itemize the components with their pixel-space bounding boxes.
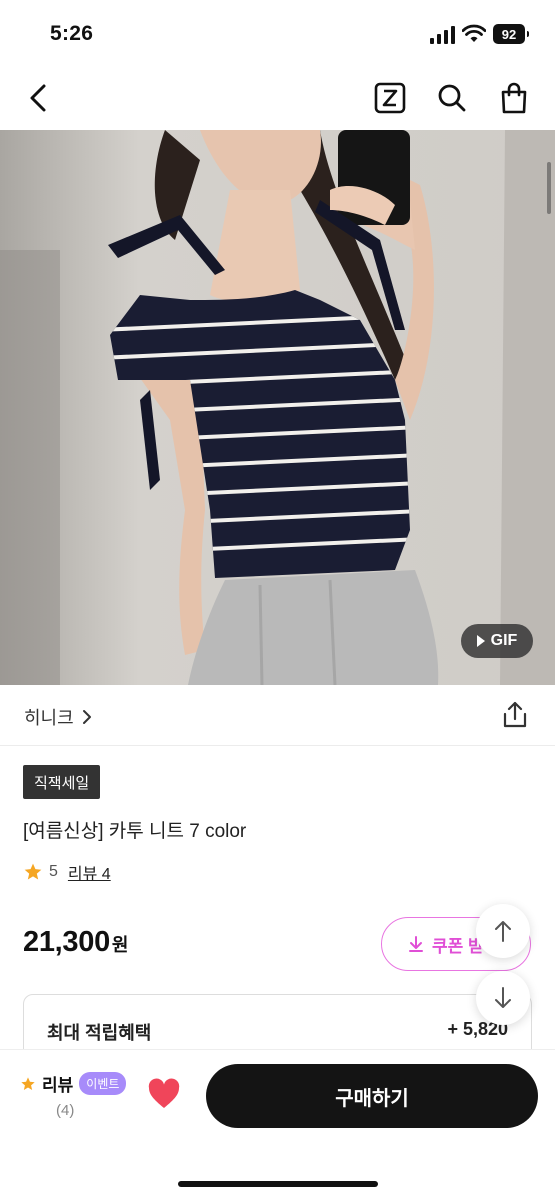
arrow-up-icon bbox=[495, 921, 511, 942]
sale-badge: 직잭세일 bbox=[23, 765, 101, 799]
product-title: [여름신상] 카투 니트 7 color bbox=[23, 821, 247, 842]
zigzag-z-icon bbox=[374, 82, 406, 114]
download-icon bbox=[409, 936, 423, 952]
gif-label: GIF bbox=[490, 632, 518, 649]
product-image[interactable]: GIF bbox=[0, 130, 555, 685]
wifi-icon bbox=[462, 24, 486, 42]
brand-link[interactable]: 히니크 bbox=[24, 704, 92, 730]
arrow-down-icon bbox=[495, 987, 511, 1008]
buy-button[interactable]: 구매하기 bbox=[206, 1064, 538, 1128]
review-tab-button[interactable]: 리뷰 이벤트 (4) bbox=[20, 1071, 127, 1119]
scroll-bottom-button[interactable] bbox=[476, 971, 530, 1025]
battery-indicator: 92 bbox=[493, 24, 529, 44]
status-bar: 5:26 92 bbox=[0, 0, 555, 64]
price: 21,300 원 bbox=[23, 926, 128, 959]
price-unit: 원 bbox=[111, 935, 129, 955]
gif-toggle-button[interactable]: GIF bbox=[461, 624, 533, 658]
brand-name: 히니크 bbox=[24, 708, 74, 728]
rating-value: 5 bbox=[49, 863, 58, 880]
star-icon bbox=[21, 1076, 35, 1090]
status-time: 5:26 bbox=[50, 22, 94, 45]
brand-row: 히니크 bbox=[0, 686, 555, 746]
review-link[interactable]: 리뷰 4 bbox=[68, 860, 111, 884]
chevron-right-icon bbox=[82, 710, 91, 724]
search-icon bbox=[438, 84, 466, 112]
shopping-bag-icon bbox=[501, 82, 527, 114]
benefit-label: 최대 적립혜택 bbox=[47, 1023, 152, 1043]
review-count: (4) bbox=[56, 1102, 75, 1119]
back-button[interactable] bbox=[20, 80, 56, 116]
search-button[interactable] bbox=[434, 80, 470, 116]
image-scroll-indicator bbox=[547, 162, 551, 214]
scroll-top-button[interactable] bbox=[476, 904, 530, 958]
cart-button[interactable] bbox=[496, 80, 532, 116]
review-tab-label: 리뷰 bbox=[42, 1076, 74, 1095]
cellular-signal-icon bbox=[430, 26, 455, 44]
share-icon[interactable] bbox=[500, 700, 530, 730]
product-photo bbox=[0, 130, 555, 685]
price-value: 21,300 bbox=[23, 926, 110, 958]
star-icon bbox=[24, 863, 42, 880]
chevron-left-icon bbox=[30, 84, 46, 112]
heart-icon[interactable] bbox=[147, 1078, 181, 1110]
rating-row: 5 리뷰 4 bbox=[23, 860, 111, 884]
event-badge: 이벤트 bbox=[79, 1072, 127, 1095]
bottom-action-bar: 리뷰 이벤트 (4) 구매하기 bbox=[0, 1049, 555, 1200]
play-icon bbox=[476, 635, 485, 647]
zigzag-home-button[interactable] bbox=[372, 80, 408, 116]
home-indicator bbox=[178, 1181, 378, 1187]
top-nav-bar bbox=[0, 64, 555, 130]
